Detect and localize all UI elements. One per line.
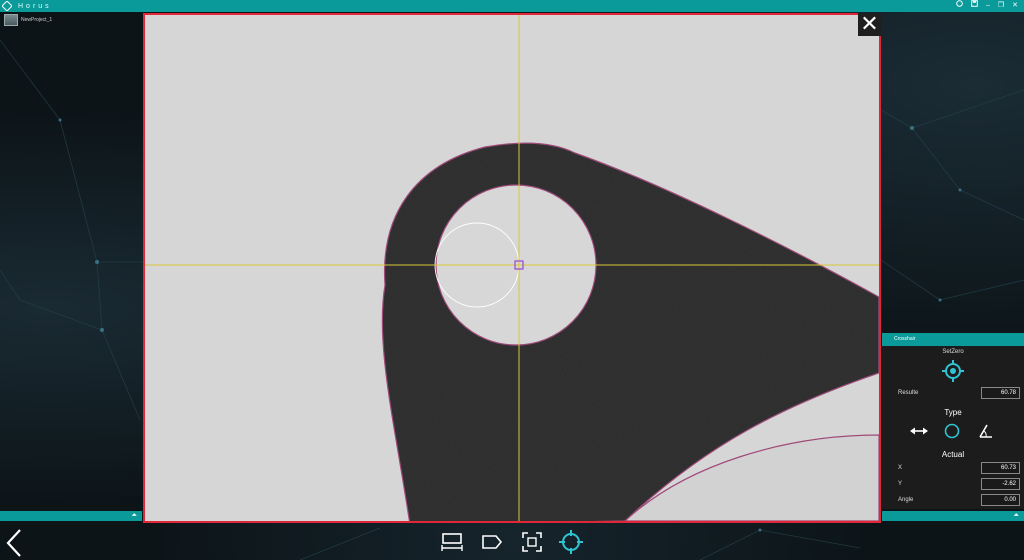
crosshair-icon [559,530,583,554]
type-angle-button[interactable] [974,422,996,440]
camera-image [145,15,879,521]
minimize-button[interactable]: – [986,0,990,12]
window-close-button[interactable]: ✕ [1012,0,1018,12]
crosshair-tool[interactable] [559,530,583,554]
circle-icon [944,423,960,439]
angle-icon [979,424,992,438]
region-select-tool[interactable] [520,530,544,554]
panel-header: Crosshair [882,333,1024,346]
type-label: Type [944,408,962,417]
tag-icon [482,535,503,549]
left-panel-toggle-bar[interactable]: ⏶ [0,511,142,521]
viewport-close-button[interactable]: ✕ [858,13,881,36]
measure-width-tool[interactable] [440,530,464,554]
double-arrow-icon [910,427,928,435]
camera-viewport[interactable] [143,13,881,523]
result-value: 60.78 [981,387,1020,399]
chevron-left-icon [6,529,21,557]
restore-button[interactable]: ❐ [998,0,1004,12]
expand-up-icon[interactable]: ⏶ [131,511,137,521]
crosshair-panel: Crosshair SetZero Resulte 60.78 Type Act… [882,333,1024,509]
app-logo-icon [0,0,14,12]
project-name: NewProject_1 [21,17,53,23]
select-region-icon [522,532,542,552]
angle-value: 0.00 [981,494,1020,506]
y-label: Y [898,481,903,487]
actual-label: Actual [941,450,965,459]
help-icon[interactable] [956,0,963,12]
set-zero-label: SetZero [942,349,964,355]
type-line-button[interactable] [908,422,930,440]
window-controls: – ❐ ✕ [956,0,1018,12]
expand-up-icon[interactable]: ⏶ [1013,511,1019,521]
label-tool[interactable] [480,530,504,554]
angle-label: Angle [898,497,914,503]
right-panel-toggle-bar[interactable]: ⏶ [882,511,1024,521]
project-thumbnail [4,14,18,26]
app-title: Horus [18,2,52,10]
x-value: 60.73 [981,462,1020,474]
target-icon [942,360,964,382]
project-item[interactable]: NewProject_1 [4,14,52,26]
result-label: Resulte [898,390,919,396]
type-circle-button[interactable] [941,422,963,440]
set-zero-button[interactable] [942,360,964,382]
y-value: -2.62 [981,478,1020,490]
save-icon[interactable] [971,0,978,12]
x-label: X [898,465,903,471]
back-button[interactable] [4,528,24,558]
measure-width-icon [441,533,463,551]
